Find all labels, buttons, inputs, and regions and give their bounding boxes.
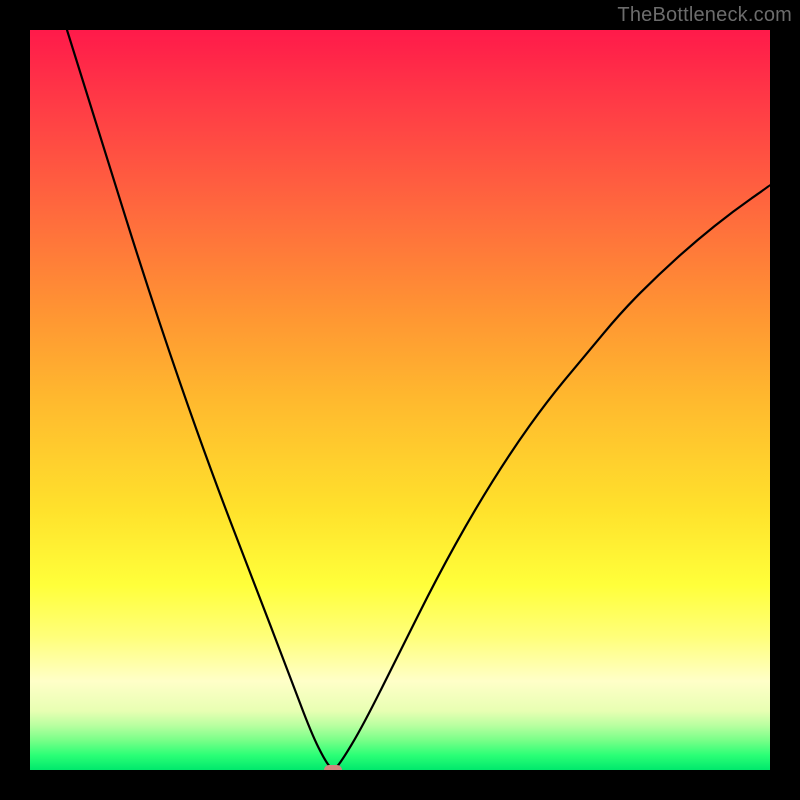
bottleneck-curve [30, 30, 770, 770]
chart-frame: TheBottleneck.com [0, 0, 800, 800]
watermark-text: TheBottleneck.com [617, 4, 792, 27]
plot-area [30, 30, 770, 770]
optimal-marker [324, 765, 342, 770]
